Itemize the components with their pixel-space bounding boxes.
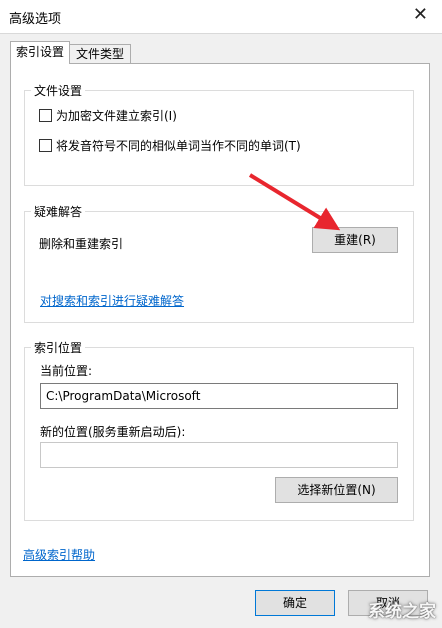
watermark-logo: 系统之家 — [368, 602, 436, 622]
tab-index-settings[interactable]: 索引设置 — [10, 41, 70, 64]
annotation-arrow-icon — [248, 173, 341, 231]
